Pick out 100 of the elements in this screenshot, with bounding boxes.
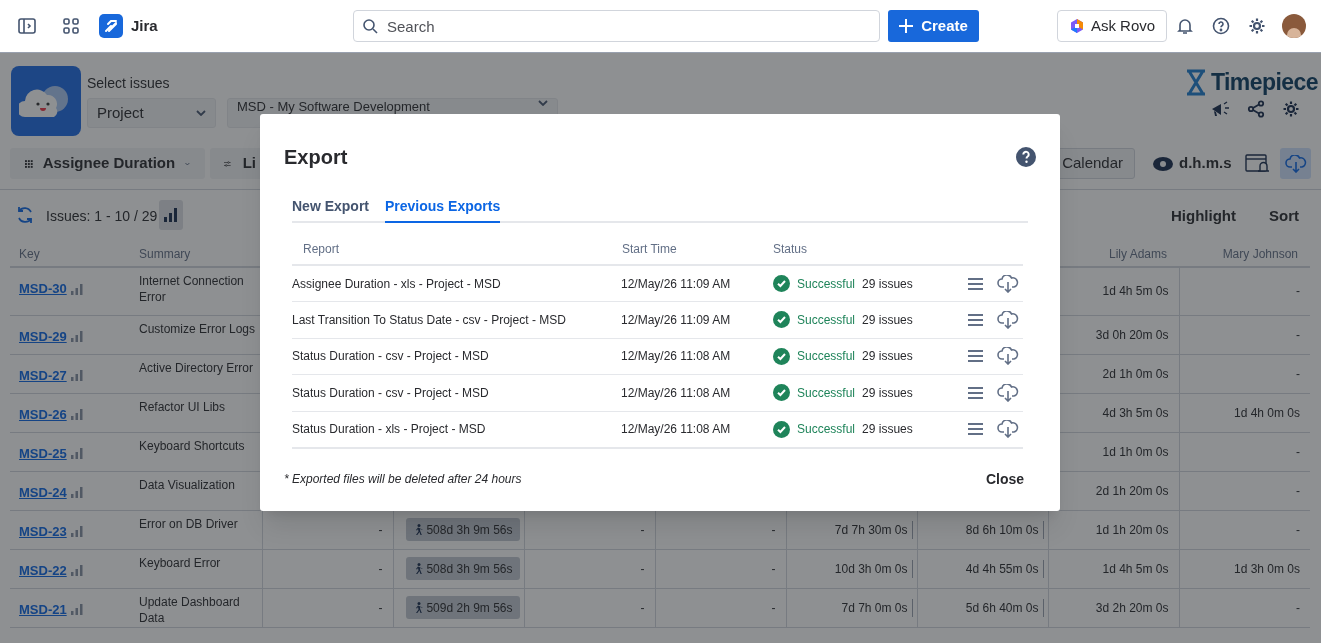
duration-value: 4d 4h 55m 0s [965, 559, 1044, 578]
time-format-toggle[interactable]: d.h.m.s [1153, 148, 1232, 179]
hourglass-logo-icon [1185, 68, 1207, 96]
duration-value: - [1296, 600, 1300, 615]
duration-value: - [771, 561, 776, 576]
issue-key-link[interactable]: MSD-25 [19, 443, 67, 463]
help-icon[interactable] [1016, 147, 1036, 167]
app-logo-icon[interactable] [99, 14, 123, 38]
notification-bell-icon[interactable] [1176, 17, 1194, 35]
issue-key-link[interactable]: MSD-24 [19, 482, 67, 502]
time-in-status-badge: 508d 3h 9m 56s [406, 557, 520, 580]
duration-value: 3d 2h 20m 0s [1095, 600, 1169, 615]
cloud-download-icon[interactable] [1284, 154, 1307, 173]
duration-value: - [1296, 327, 1300, 342]
bar-chart-icon [164, 208, 178, 222]
toolbar-action[interactable]: Sort [1269, 205, 1299, 228]
status-text: Successful [797, 348, 856, 366]
issue-summary: Customize Error Logs [139, 320, 257, 337]
issue-total: 29 issues [862, 348, 913, 366]
plus-icon [899, 19, 914, 33]
duration-value: - [378, 522, 383, 537]
download-icon[interactable] [997, 420, 1019, 438]
signal-bars-icon [70, 369, 83, 382]
column-header: Status [773, 241, 808, 256]
issue-total: 29 issues [862, 311, 913, 329]
app-name: Jira [131, 15, 158, 36]
scope-dropdown[interactable]: Project [87, 98, 216, 128]
column-header: Summary [139, 247, 191, 261]
check-circle-icon [773, 275, 790, 292]
issue-key-link[interactable]: MSD-23 [19, 521, 67, 541]
report-dropdown[interactable]: Assignee Duration [10, 148, 205, 179]
issue-summary: Keyboard Shortcuts [139, 437, 246, 454]
download-icon[interactable] [997, 347, 1019, 366]
signal-bars-icon [70, 330, 83, 343]
issue-summary: Active Directory Error [139, 359, 255, 376]
issue-summary: Error on DB Driver [139, 515, 239, 532]
column-header: Key [19, 247, 40, 261]
dialog-tab[interactable]: New Export [292, 196, 369, 223]
duration-value: - [1296, 284, 1300, 299]
menu-icon[interactable] [968, 423, 983, 435]
settings-icon[interactable] [1282, 100, 1300, 118]
issue-total: 29 issues [862, 421, 913, 438]
status-text: Successful [797, 421, 856, 438]
issue-total: 29 issues [862, 384, 913, 402]
create-button[interactable]: Create [888, 10, 979, 42]
refresh-icon[interactable] [16, 206, 34, 224]
download-icon[interactable] [997, 274, 1019, 293]
signal-bars-icon [70, 525, 83, 538]
menu-icon[interactable] [968, 350, 983, 363]
issue-summary: Internet Connection Error [139, 273, 245, 305]
dialog-tab[interactable]: Previous Exports [385, 196, 501, 223]
report-name: Status Duration - csv - Project - MSD [292, 385, 489, 400]
settings-icon[interactable] [1248, 17, 1266, 35]
menu-icon[interactable] [968, 386, 983, 399]
toolbar-action[interactable]: Highlight [1171, 205, 1236, 228]
status-text: Successful [797, 311, 856, 329]
walking-person-icon [413, 523, 424, 536]
start-time: 12/May/26 11:09 AM [621, 276, 731, 291]
chart-button[interactable] [159, 200, 183, 230]
duration-value: - [1296, 444, 1300, 459]
sidebar-toggle-icon[interactable] [18, 18, 36, 34]
issue-key-link[interactable]: MSD-26 [19, 404, 67, 424]
avatar[interactable] [1282, 14, 1306, 38]
share-icon[interactable] [1247, 100, 1265, 118]
chevron-down-icon [538, 100, 548, 106]
check-circle-icon [773, 420, 790, 438]
menu-icon[interactable] [968, 277, 983, 290]
column-header: Lily Adams [1108, 247, 1167, 261]
download-icon[interactable] [997, 310, 1019, 329]
issue-key-link[interactable]: MSD-21 [19, 599, 67, 619]
search-field[interactable]: Search [353, 10, 880, 42]
duration-value: - [378, 561, 383, 576]
help-icon[interactable] [1212, 17, 1230, 35]
time-in-status-badge: 509d 2h 9m 56s [406, 596, 520, 619]
issue-key-link[interactable]: MSD-29 [19, 326, 67, 346]
signal-bars-icon [70, 603, 83, 616]
export-button[interactable] [1280, 148, 1311, 179]
ask-button[interactable]: Ask Rovo [1057, 10, 1167, 42]
eye-icon [1153, 156, 1173, 171]
duration-value: 1d 1h 0m 0s [1102, 444, 1169, 459]
duration-value: 5d 6h 40m 0s [965, 598, 1044, 617]
calendar-bell-icon[interactable] [1245, 154, 1271, 174]
issue-key-link[interactable]: MSD-27 [19, 365, 67, 385]
issue-key-link[interactable]: MSD-30 [19, 279, 67, 299]
issue-total: 29 issues [862, 275, 913, 293]
duration-value: - [378, 600, 383, 615]
app-grid-icon[interactable] [63, 18, 79, 34]
column-header: Report [303, 241, 340, 256]
duration-value: 3d 0h 20m 0s [1095, 327, 1169, 342]
status-text: Successful [797, 275, 856, 293]
issue-summary: Keyboard Error [139, 554, 222, 571]
brand-name: Timepiece [1211, 68, 1318, 97]
megaphone-icon[interactable] [1210, 100, 1230, 118]
duration-value: 7d 7h 0m 0s [841, 598, 913, 617]
menu-icon[interactable] [968, 313, 983, 326]
issue-key-link[interactable]: MSD-22 [19, 560, 67, 580]
check-circle-icon [773, 347, 790, 365]
duration-value: 1d 1h 20m 0s [1095, 522, 1169, 537]
download-icon[interactable] [997, 383, 1019, 402]
close-button[interactable]: Close [985, 468, 1024, 490]
